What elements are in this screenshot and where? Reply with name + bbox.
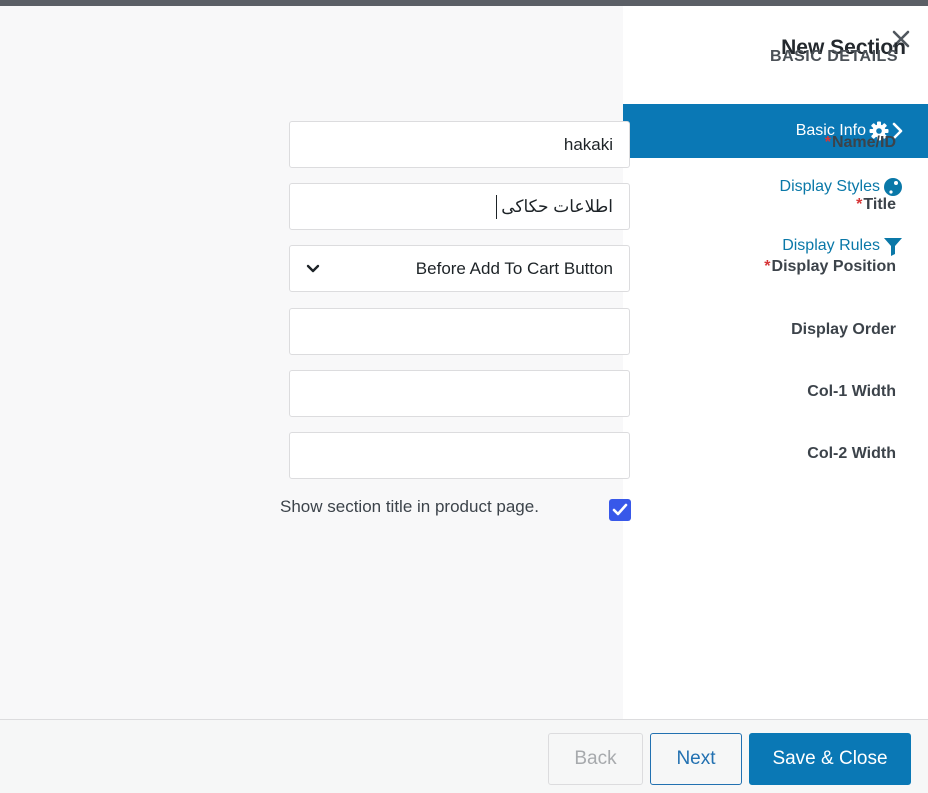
funnel-icon: [882, 235, 904, 257]
back-button[interactable]: Back: [548, 733, 643, 785]
col2-width-input[interactable]: [289, 432, 630, 479]
name-id-value: hakaki: [563, 134, 613, 154]
field-label-col1-width: Col-1 Width: [807, 383, 896, 400]
field-label-display-order: Display Order: [791, 321, 896, 338]
next-button[interactable]: Next: [650, 733, 742, 785]
col1-width-input[interactable]: [289, 370, 630, 417]
field-label-display-position: *Display Position: [764, 258, 896, 275]
name-id-input[interactable]: hakaki: [289, 121, 630, 168]
field-label-name-id: *Name/ID: [824, 134, 896, 151]
palette-icon: [882, 176, 904, 198]
display-position-value: Before Add To Cart Button: [415, 258, 613, 278]
section-heading: BASIC DETAILS: [770, 48, 898, 65]
chevron-down-icon: [306, 264, 320, 274]
show-title-label: Show section title in product page.: [280, 497, 539, 516]
nav-item-label: Display Styles: [779, 178, 880, 195]
display-order-input[interactable]: [289, 308, 630, 355]
text-cursor: [496, 194, 498, 219]
title-input[interactable]: اطلاعات حکاکی: [289, 183, 630, 230]
display-position-select[interactable]: Before Add To Cart Button: [289, 245, 630, 292]
title-value: اطلاعات حکاکی: [501, 196, 613, 216]
nav-item-label: Display Rules: [782, 237, 880, 254]
form-panel: [0, 6, 623, 719]
save-close-button[interactable]: Save & Close: [749, 733, 911, 785]
field-label-title: *Title: [856, 196, 896, 213]
show-title-checkbox[interactable]: [609, 499, 631, 521]
field-label-col2-width: Col-2 Width: [807, 445, 896, 462]
checkmark-icon: [612, 503, 628, 516]
